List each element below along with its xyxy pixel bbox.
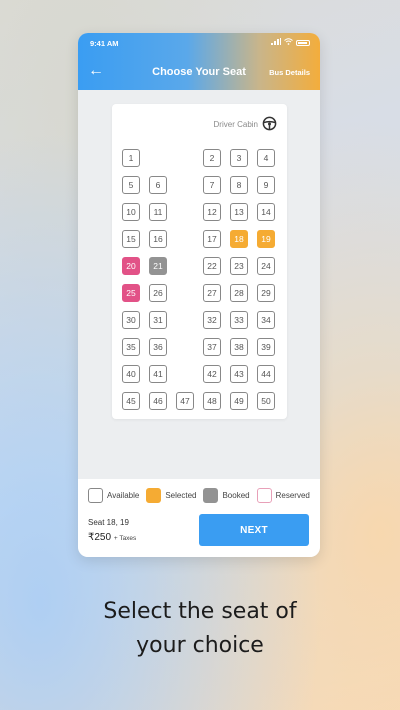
seat-35[interactable]: 35 <box>122 338 140 356</box>
seat-4[interactable]: 4 <box>257 149 275 167</box>
legend-booked: Booked <box>203 488 250 503</box>
price-value: ₹250 <box>88 532 112 543</box>
seat-13[interactable]: 13 <box>230 203 248 221</box>
seat-25[interactable]: 25 <box>122 284 140 302</box>
fare-total: ₹250 + Taxes <box>88 532 136 543</box>
bus-details-link[interactable]: Bus Details <box>269 68 310 77</box>
seat-31[interactable]: 31 <box>149 311 167 329</box>
seat-21[interactable]: 21 <box>149 257 167 275</box>
status-icons <box>271 38 310 47</box>
seat-17[interactable]: 17 <box>203 230 221 248</box>
seat-22[interactable]: 22 <box>203 257 221 275</box>
legend-swatch <box>256 488 272 503</box>
steering-wheel-icon <box>262 116 277 133</box>
seat-19[interactable]: 19 <box>257 230 275 248</box>
seat-29[interactable]: 29 <box>257 284 275 302</box>
seat-8[interactable]: 8 <box>230 176 248 194</box>
seat-10[interactable]: 10 <box>122 203 140 221</box>
seat-3[interactable]: 3 <box>230 149 248 167</box>
seat-9[interactable]: 9 <box>257 176 275 194</box>
seat-16[interactable]: 16 <box>149 230 167 248</box>
legend-label: Available <box>107 491 140 500</box>
seat-11[interactable]: 11 <box>149 203 167 221</box>
legend-swatch <box>88 488 103 503</box>
seat-5[interactable]: 5 <box>122 176 140 194</box>
driver-cabin-label: Driver Cabin <box>213 120 258 129</box>
legend-label: Selected <box>165 491 197 500</box>
seat-38[interactable]: 38 <box>230 338 248 356</box>
tagline: Select the seat of your choice <box>0 595 400 663</box>
seat-40[interactable]: 40 <box>122 365 140 383</box>
next-button[interactable]: NEXT <box>199 514 309 546</box>
seat-12[interactable]: 12 <box>203 203 221 221</box>
status-time: 9:41 AM <box>90 39 119 48</box>
seat-legend: Available Selected Booked Reserved <box>88 488 317 503</box>
seat-45[interactable]: 45 <box>122 392 140 410</box>
driver-cabin: Driver Cabin <box>214 116 277 133</box>
seat-36[interactable]: 36 <box>149 338 167 356</box>
seat-30[interactable]: 30 <box>122 311 140 329</box>
seat-1[interactable]: 1 <box>122 149 140 167</box>
legend-swatch <box>203 488 219 503</box>
phone-screen: 9:41 AM ← Choose Your Seat Bus Details D… <box>78 33 320 557</box>
seat-20[interactable]: 20 <box>122 257 140 275</box>
legend-selected: Selected <box>146 488 196 503</box>
seat-43[interactable]: 43 <box>230 365 248 383</box>
wifi-icon <box>284 38 293 47</box>
seat-37[interactable]: 37 <box>203 338 221 356</box>
seat-14[interactable]: 14 <box>257 203 275 221</box>
seat-34[interactable]: 34 <box>257 311 275 329</box>
signal-icon <box>271 38 281 47</box>
legend-available: Available <box>88 488 139 503</box>
legend-label: Booked <box>222 491 250 500</box>
legend-swatch <box>146 488 162 503</box>
seat-32[interactable]: 32 <box>203 311 221 329</box>
seat-33[interactable]: 33 <box>230 311 248 329</box>
legend-label: Reserved <box>275 491 310 500</box>
seat-44[interactable]: 44 <box>257 365 275 383</box>
seat-layout-card: Driver Cabin 1 2 3 4 5 6 7 8 9 10 11 12 13 14 15 16 17 18… <box>112 104 287 419</box>
seat-28[interactable]: 28 <box>230 284 248 302</box>
seat-50[interactable]: 50 <box>257 392 275 410</box>
seat-39[interactable]: 39 <box>257 338 275 356</box>
seat-47[interactable]: 47 <box>176 392 194 410</box>
seat-26[interactable]: 26 <box>149 284 167 302</box>
battery-icon <box>296 39 310 46</box>
seat-18[interactable]: 18 <box>230 230 248 248</box>
app-header: 9:41 AM ← Choose Your Seat Bus Details <box>78 33 320 90</box>
selected-seats-summary: Seat 18, 19 <box>88 518 129 527</box>
seat-7[interactable]: 7 <box>203 176 221 194</box>
seat-27[interactable]: 27 <box>203 284 221 302</box>
taxes-label: + Taxes <box>113 535 137 542</box>
bottom-panel: Available Selected Booked Reserved Seat … <box>78 479 320 557</box>
seat-42[interactable]: 42 <box>203 365 221 383</box>
tagline-line-1: Select the seat of <box>103 599 297 624</box>
tagline-line-2: your choice <box>136 633 264 658</box>
seat-46[interactable]: 46 <box>149 392 167 410</box>
seat-6[interactable]: 6 <box>149 176 167 194</box>
seat-49[interactable]: 49 <box>230 392 248 410</box>
legend-reserved: Reserved <box>256 488 310 503</box>
seat-24[interactable]: 24 <box>257 257 275 275</box>
seat-2[interactable]: 2 <box>203 149 221 167</box>
seat-48[interactable]: 48 <box>203 392 221 410</box>
seat-15[interactable]: 15 <box>122 230 140 248</box>
seat-23[interactable]: 23 <box>230 257 248 275</box>
seat-41[interactable]: 41 <box>149 365 167 383</box>
